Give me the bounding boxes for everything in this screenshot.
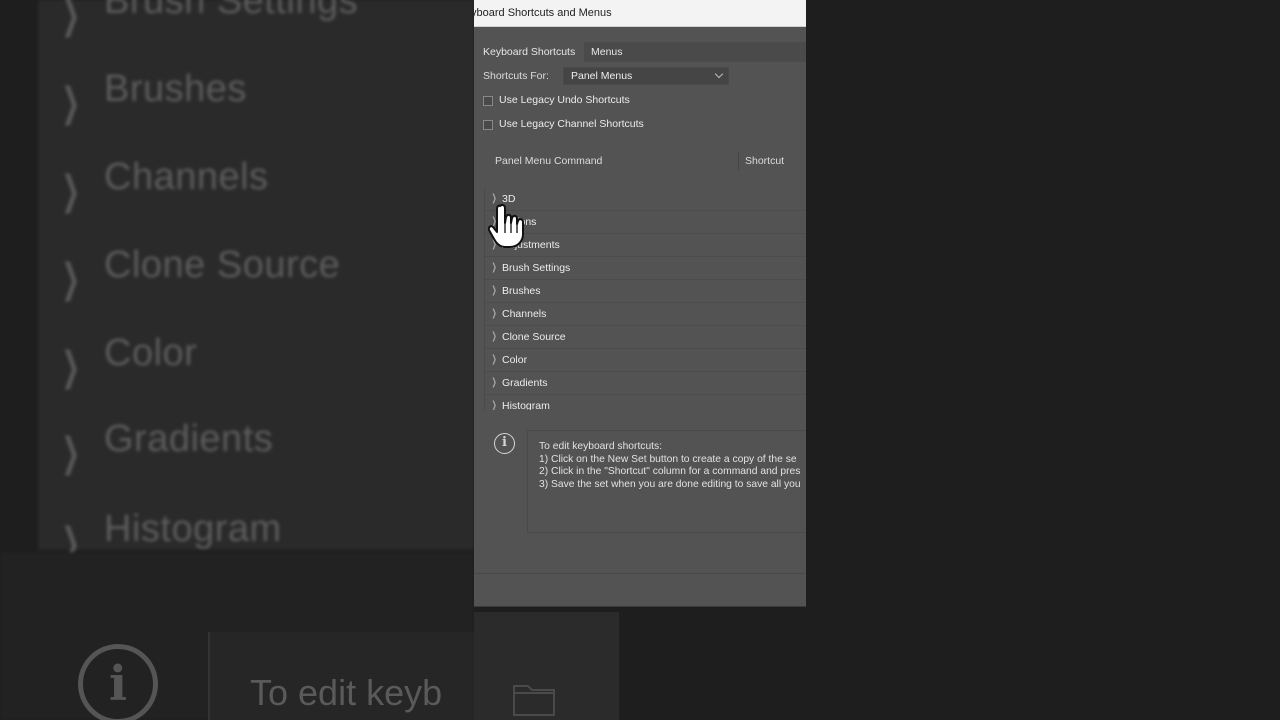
list-item-label: Clone Source [502,331,566,343]
info-line: To edit keyboard shortcuts: [539,441,663,452]
column-divider [738,152,739,170]
shortcuts-for-value: Panel Menus [571,70,633,82]
list-item[interactable]: ❯ Gradients [485,372,806,395]
tab-bar: Keyboard Shortcuts Menus [474,42,806,62]
list-item[interactable]: ❯ Actions [485,211,806,234]
column-header-shortcut: Shortcut [745,155,785,167]
chevron-right-icon[interactable]: ❯ [492,377,497,388]
background-item-label: Brush Settings [104,0,359,22]
chevron-right-icon[interactable]: ❯ [492,262,497,273]
background-item-label: Color [104,332,198,374]
chevron-right-icon[interactable]: ❯ [492,354,497,365]
info-line: 3) Save the set when you are done editin… [539,479,801,490]
tab-keyboard-shortcuts[interactable]: Keyboard Shortcuts [474,42,585,62]
chevron-right-icon: ❯ [61,0,80,38]
chevron-right-icon: ❯ [61,256,80,302]
list-item-label: Histogram [502,400,550,410]
background-right-area [806,552,1280,720]
info-line: 2) Click in the "Shortcut" column for a … [539,466,801,477]
dialog-titlebar[interactable]: yboard Shortcuts and Menus [474,0,806,27]
background-list-item: ❯ Channels [38,142,474,230]
background-list-item: ❯ Brushes [38,54,474,142]
list-item[interactable]: ❯ Adjustments [485,234,806,257]
shortcuts-for-select[interactable]: Panel Menus [563,67,729,85]
list-item-label: Channels [502,308,547,320]
legacy-undo-label: Use Legacy Undo Shortcuts [499,94,630,106]
list-item[interactable]: ❯ Histogram [485,395,806,410]
chevron-right-icon: ❯ [61,80,80,126]
background-list-item: ❯ Clone Source [38,230,474,318]
chevron-right-icon[interactable]: ❯ [492,308,497,319]
chevron-right-icon[interactable]: ❯ [492,400,497,410]
background-list-item: ❯ Color [38,318,474,406]
list-item-label: Color [502,354,528,366]
legacy-channel-checkbox[interactable] [483,120,493,130]
panel-menu-list[interactable]: ❯ 3D ❯ Actions ❯ Adjustments ❯ Brush Set… [484,188,806,410]
background-panel-list: ❯ Brush Settings ❯ Brushes ❯ Channels ❯ … [38,0,474,566]
legacy-channel-label: Use Legacy Channel Shortcuts [499,118,644,130]
shortcuts-for-label: Shortcuts For: [483,70,549,82]
background-info-text: To edit keyb [250,672,443,713]
dialog-title: yboard Shortcuts and Menus [474,7,612,19]
chevron-right-icon[interactable]: ❯ [492,331,497,342]
list-item-label: Brush Settings [502,262,571,274]
list-item[interactable]: ❯ Brush Settings [485,257,806,280]
info-box: To edit keyboard shortcuts: 1) Click on … [527,430,806,533]
list-item[interactable]: ❯ Clone Source [485,326,806,349]
chevron-right-icon[interactable]: ❯ [492,285,497,296]
chevron-right-icon: ❯ [61,430,80,476]
legacy-undo-checkbox[interactable] [483,96,493,106]
list-item[interactable]: ❯ Color [485,349,806,372]
list-item-label: Brushes [502,285,541,297]
chevron-right-icon: ❯ [61,344,80,390]
list-item[interactable]: ❯ Channels [485,303,806,326]
column-header-command: Panel Menu Command [495,155,603,167]
background-list-item: ❯ Brush Settings [38,0,474,54]
list-item[interactable]: ❯ 3D [485,188,806,211]
tab-menus[interactable]: Menus [582,42,632,62]
background-item-label: Clone Source [104,244,341,286]
background-list-item: ❯ Gradients [38,404,474,492]
list-item[interactable]: ❯ Brushes [485,280,806,303]
background-item-label: Gradients [104,418,274,460]
keyboard-shortcuts-dialog: yboard Shortcuts and Menus Keyboard Shor… [474,0,806,607]
info-icon: i [494,433,515,454]
background-item-label: Histogram [104,508,282,550]
list-item-label: Gradients [502,377,548,389]
footer-divider [474,573,806,574]
chevron-right-icon: ❯ [61,168,80,214]
folder-icon [513,685,555,716]
background-info-icon: i [78,644,158,720]
background-item-label: Brushes [104,68,247,110]
hand-pointer-icon [488,203,524,248]
table-header: Panel Menu Command Shortcut [484,148,806,174]
background-item-label: Channels [104,156,269,198]
info-line: 1) Click on the New Set button to create… [539,454,797,465]
chevron-down-icon [714,69,724,79]
